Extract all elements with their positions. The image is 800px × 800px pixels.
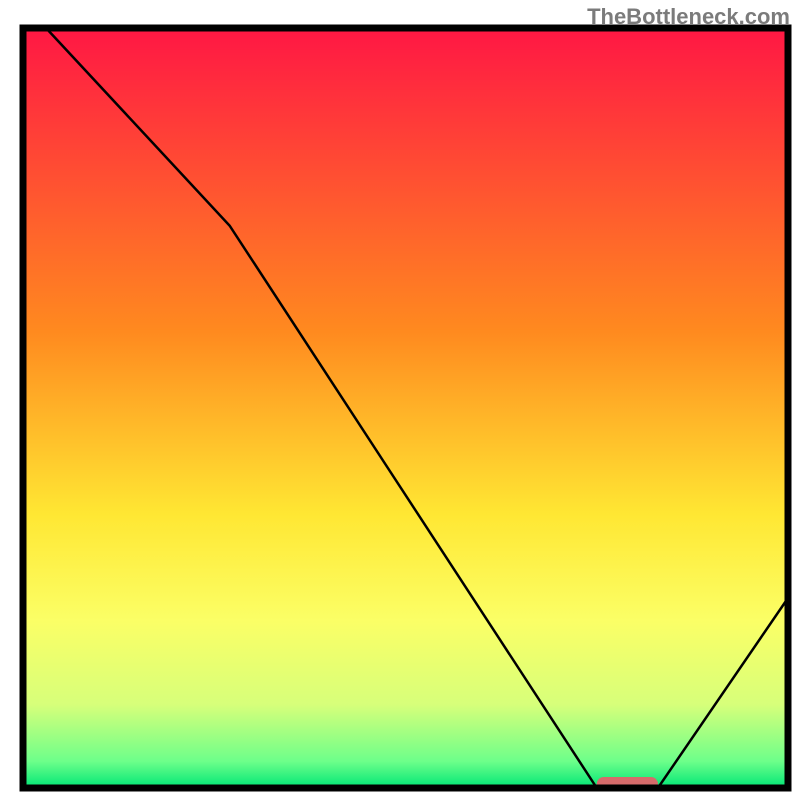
bottleneck-chart: TheBottleneck.com [0, 0, 800, 800]
attribution-label: TheBottleneck.com [587, 4, 790, 30]
plot-background [23, 28, 788, 788]
chart-svg [0, 0, 800, 800]
